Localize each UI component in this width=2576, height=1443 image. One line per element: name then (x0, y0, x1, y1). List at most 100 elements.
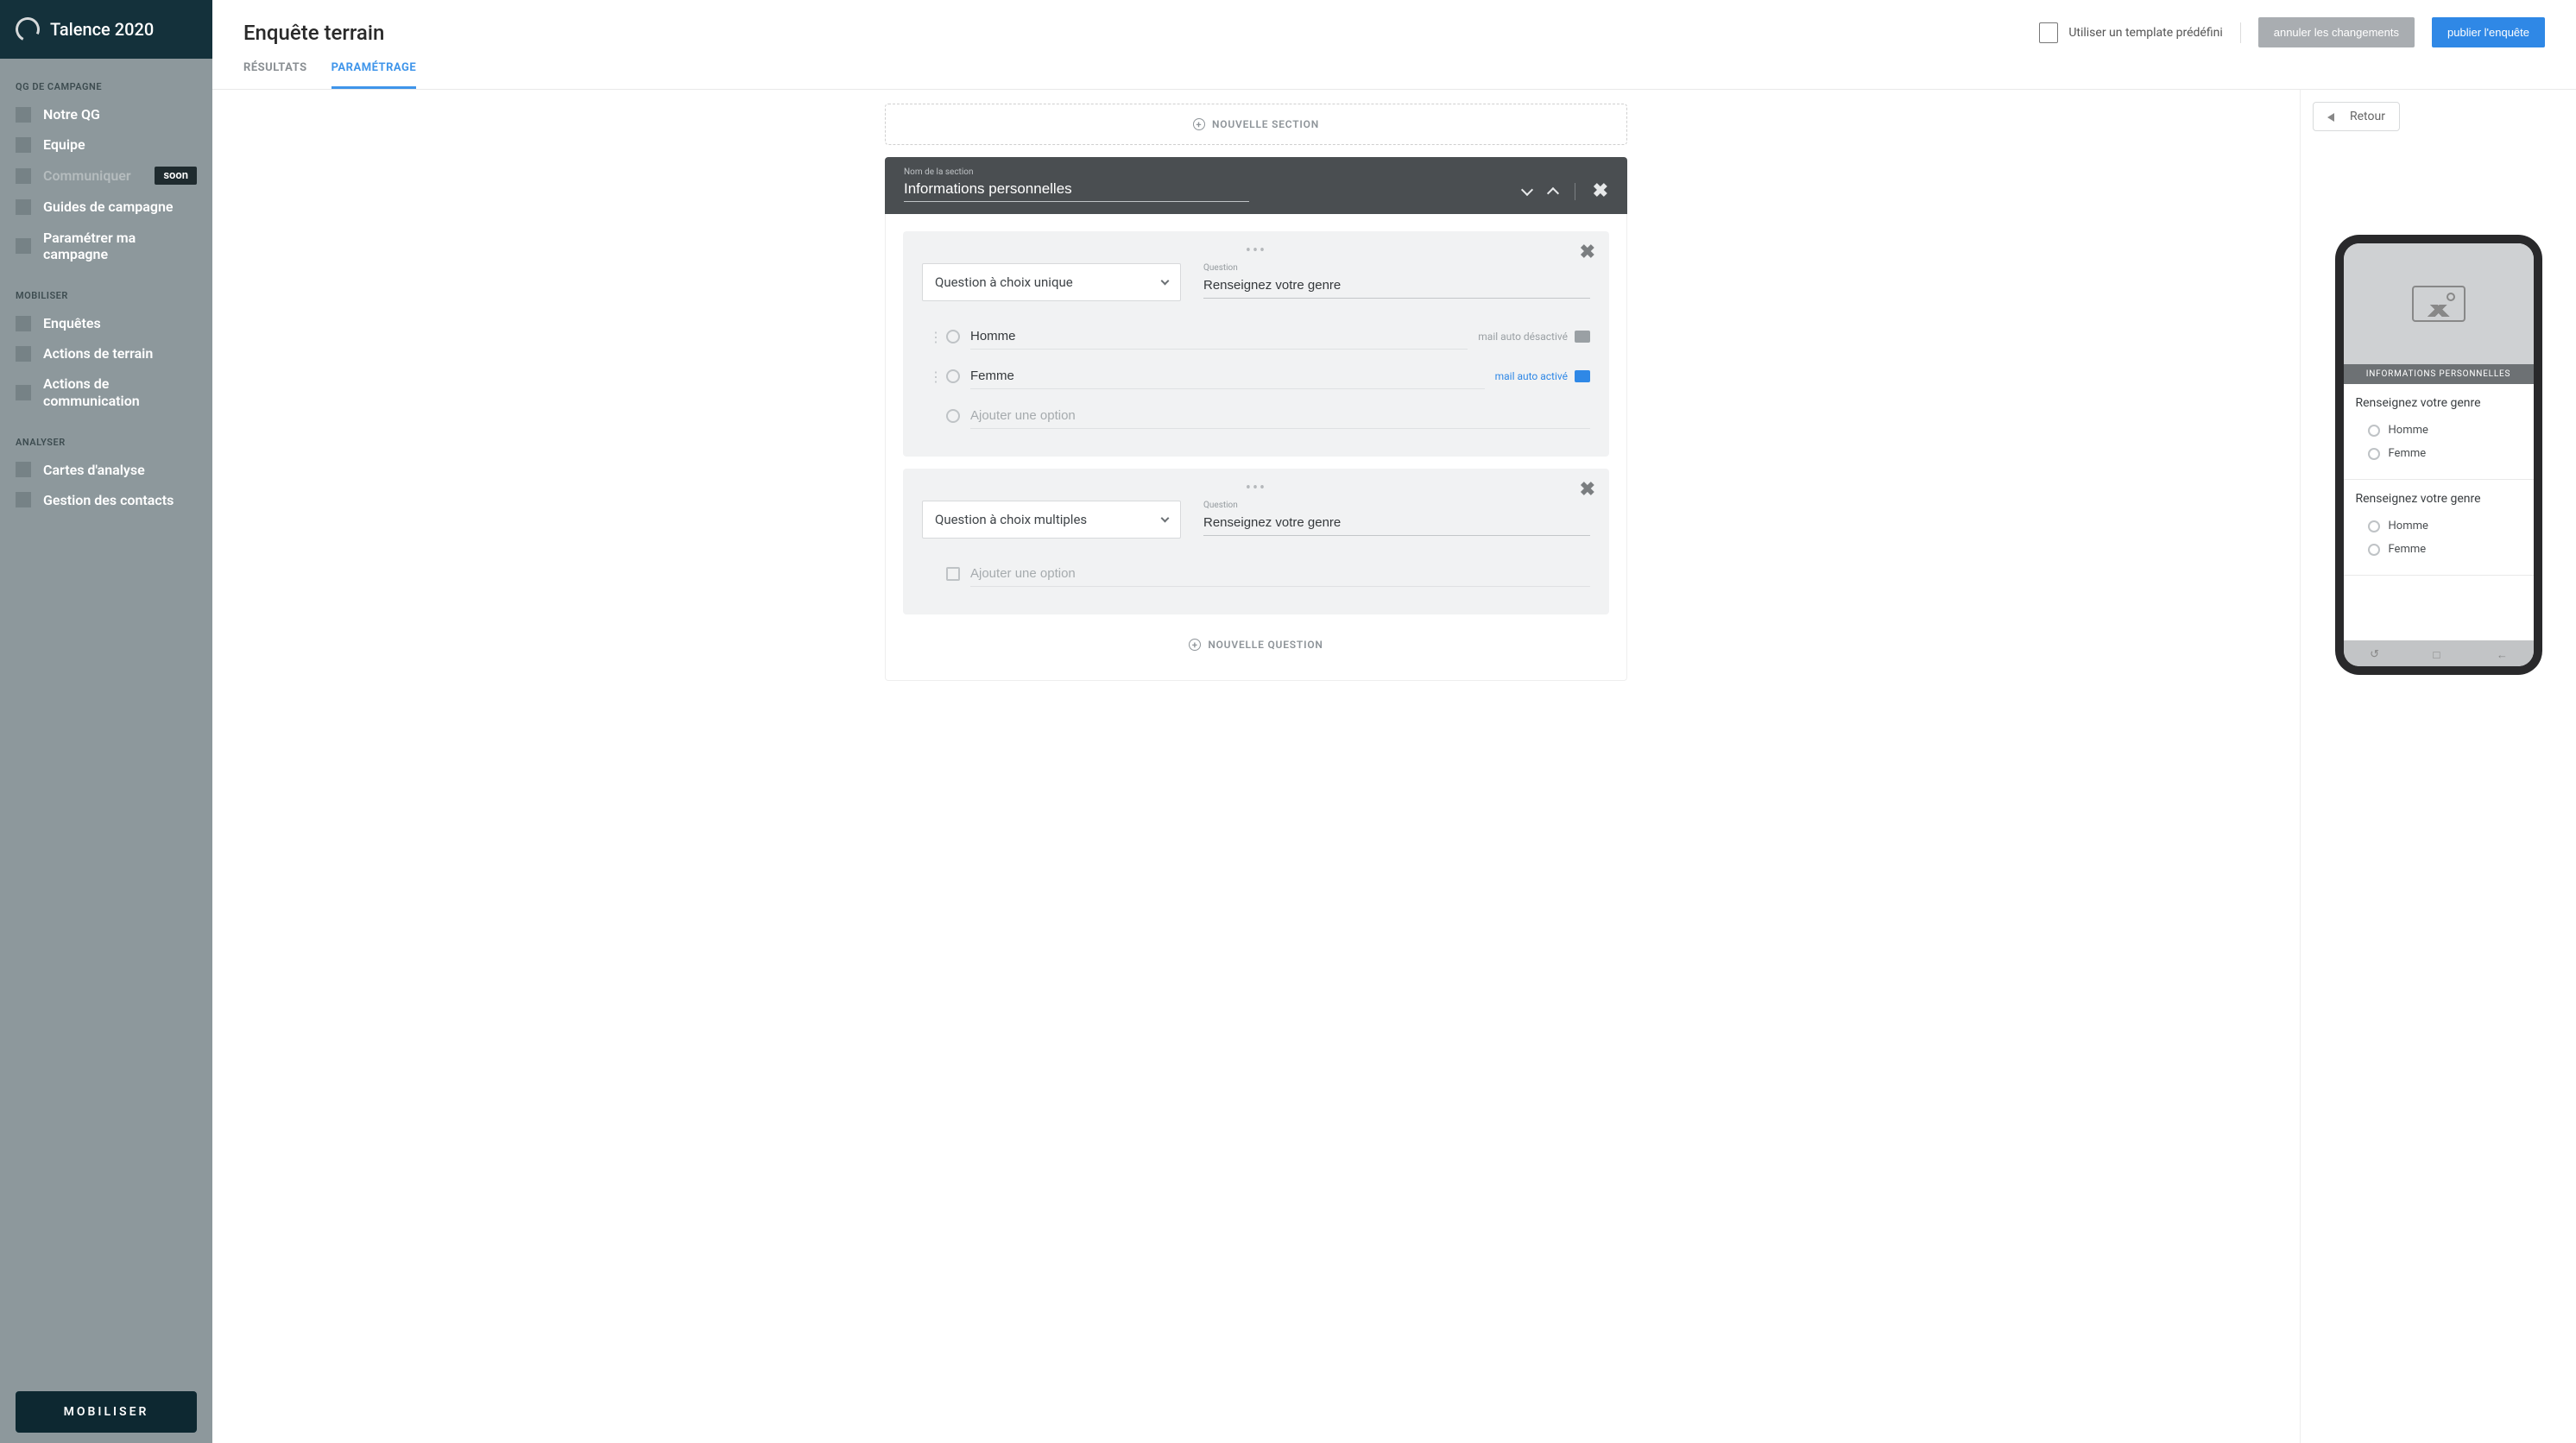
phone-question: Renseignez votre genre Homme Femme (2344, 480, 2534, 576)
drag-handle-icon[interactable]: ⋮ (929, 329, 936, 345)
drag-handle-icon[interactable]: ••• (922, 247, 1590, 263)
mail-auto-toggle[interactable]: mail auto activé (1495, 370, 1590, 382)
phone-image-area (2344, 243, 2534, 364)
sidebar-item-guides[interactable]: Guides de campagne (0, 192, 212, 222)
sidebar: Talence 2020 QG DE CAMPAGNE Notre QG Equ… (0, 0, 212, 1443)
chevron-down-icon (1161, 276, 1170, 285)
phone-option: Femme (2356, 442, 2522, 465)
content-area: + NOUVELLE SECTION Nom de la section (212, 90, 2576, 1443)
radio-icon (2368, 520, 2380, 532)
sidebar-item-label: Actions de communication (43, 375, 197, 408)
radio-icon (946, 330, 960, 343)
sidebar-item-notre-qg[interactable]: Notre QG (0, 99, 212, 129)
mail-icon (1575, 370, 1590, 382)
mail-status-label: mail auto désactivé (1478, 331, 1568, 343)
sidebar-item-label: Enquêtes (43, 315, 101, 331)
return-label: Retour (2350, 110, 2385, 123)
add-option-row[interactable]: ⋮ (929, 396, 1590, 436)
tabs: RÉSULTATS PARAMÉTRAGE (212, 47, 2576, 90)
radio-icon (946, 409, 960, 423)
tab-parametrage[interactable]: PARAMÉTRAGE (331, 61, 417, 89)
question-field-label: Question (1203, 501, 1590, 510)
sidebar-item-communiquer: Communiquer soon (0, 160, 212, 192)
publish-button[interactable]: publier l'enquête (2432, 17, 2545, 47)
question-type-select[interactable]: Question à choix multiples (922, 501, 1181, 539)
option-input[interactable] (970, 324, 1468, 350)
sidebar-item-label: Guides de campagne (43, 198, 173, 215)
section-name-input[interactable] (904, 177, 1249, 202)
mail-auto-toggle[interactable]: mail auto désactivé (1478, 331, 1590, 343)
sidebar-section-mobiliser: MOBILISER (0, 283, 212, 308)
tab-resultats[interactable]: RÉSULTATS (243, 61, 307, 89)
radio-icon (2368, 544, 2380, 556)
phone-option: Homme (2356, 419, 2522, 442)
sidebar-item-icon (16, 107, 31, 123)
radio-icon (2368, 425, 2380, 437)
phone-nav: ↺ □ ← (2344, 640, 2534, 666)
sidebar-body: QG DE CAMPAGNE Notre QG Equipe Communiqu… (0, 59, 212, 1443)
new-question-label: NOUVELLE QUESTION (1208, 639, 1323, 651)
option-row: ⋮ mail auto activé (929, 356, 1590, 396)
close-icon[interactable]: ✖ (1580, 242, 1595, 263)
template-icon (2039, 22, 2058, 43)
drag-handle-icon[interactable]: ••• (922, 484, 1590, 501)
sidebar-item-label: Gestion des contacts (43, 492, 174, 508)
sidebar-header: Talence 2020 (0, 0, 212, 59)
question-field-label: Question (1203, 263, 1590, 273)
sidebar-item-actions-comm[interactable]: Actions de communication (0, 369, 212, 415)
close-icon[interactable]: ✖ (1593, 180, 1608, 202)
builder: + NOUVELLE SECTION Nom de la section (212, 90, 2300, 1443)
phone-option-label: Femme (2389, 543, 2427, 556)
checkbox-icon (946, 567, 960, 581)
use-template-link[interactable]: Utiliser un template prédéfini (2039, 22, 2222, 43)
soon-badge: soon (155, 167, 197, 185)
sidebar-item-icon (16, 385, 31, 400)
phone-section-label: INFORMATIONS PERSONNELLES (2344, 364, 2534, 384)
question-type-value: Question à choix multiples (935, 512, 1087, 527)
sidebar-item-icon (16, 462, 31, 477)
sidebar-item-icon (16, 316, 31, 331)
chevron-down-icon (1161, 514, 1170, 522)
add-option-row[interactable]: ⋮ (929, 554, 1590, 594)
phone-option: Femme (2356, 538, 2522, 561)
sidebar-item-parametrer[interactable]: Paramétrer ma campagne (0, 223, 212, 269)
sidebar-item-label: Actions de terrain (43, 345, 153, 362)
question-card: ••• ✖ Question à choix multiples Questio… (903, 469, 1609, 614)
radio-icon (2368, 448, 2380, 460)
app-logo-icon (12, 14, 43, 45)
plus-circle-icon: + (1189, 639, 1201, 651)
question-text-input[interactable] (1203, 273, 1590, 299)
sidebar-item-label: Notre QG (43, 106, 100, 123)
divider (2240, 22, 2241, 43)
sidebar-item-equipe[interactable]: Equipe (0, 129, 212, 160)
question-text-input[interactable] (1203, 510, 1590, 536)
add-option-input[interactable] (970, 561, 1590, 587)
question-type-select[interactable]: Question à choix unique (922, 263, 1181, 301)
option-input[interactable] (970, 363, 1485, 389)
preview-pane: Retour INFORMATIONS PERSONNELLES Renseig… (2300, 90, 2576, 1443)
add-option-input[interactable] (970, 403, 1590, 429)
drag-handle-icon[interactable]: ⋮ (929, 369, 936, 385)
phone-nav-back-icon: ← (2497, 648, 2507, 658)
new-section-button[interactable]: + NOUVELLE SECTION (885, 104, 1627, 145)
mail-status-label: mail auto activé (1495, 370, 1568, 382)
cancel-button[interactable]: annuler les changements (2258, 17, 2415, 47)
sidebar-item-contacts[interactable]: Gestion des contacts (0, 485, 212, 515)
sidebar-item-enquetes[interactable]: Enquêtes (0, 308, 212, 338)
close-icon[interactable]: ✖ (1580, 479, 1595, 501)
sidebar-item-label: Equipe (43, 136, 85, 153)
mail-icon (1575, 331, 1590, 343)
chevron-up-icon[interactable] (1546, 186, 1558, 198)
chevron-down-icon[interactable] (1520, 183, 1532, 195)
sidebar-item-icon (16, 492, 31, 507)
phone-option-label: Homme (2389, 424, 2428, 437)
sidebar-item-icon (16, 346, 31, 362)
sidebar-section-qg: QG DE CAMPAGNE (0, 74, 212, 99)
new-question-button[interactable]: + NOUVELLE QUESTION (903, 627, 1609, 663)
sidebar-item-cartes[interactable]: Cartes d'analyse (0, 455, 212, 485)
sidebar-item-actions-terrain[interactable]: Actions de terrain (0, 338, 212, 369)
topbar: Enquête terrain Utiliser un template pré… (212, 0, 2576, 47)
mobiliser-cta-button[interactable]: MOBILISER (16, 1391, 197, 1433)
phone-question: Renseignez votre genre Homme Femme (2344, 384, 2534, 480)
return-button[interactable]: Retour (2313, 102, 2400, 131)
